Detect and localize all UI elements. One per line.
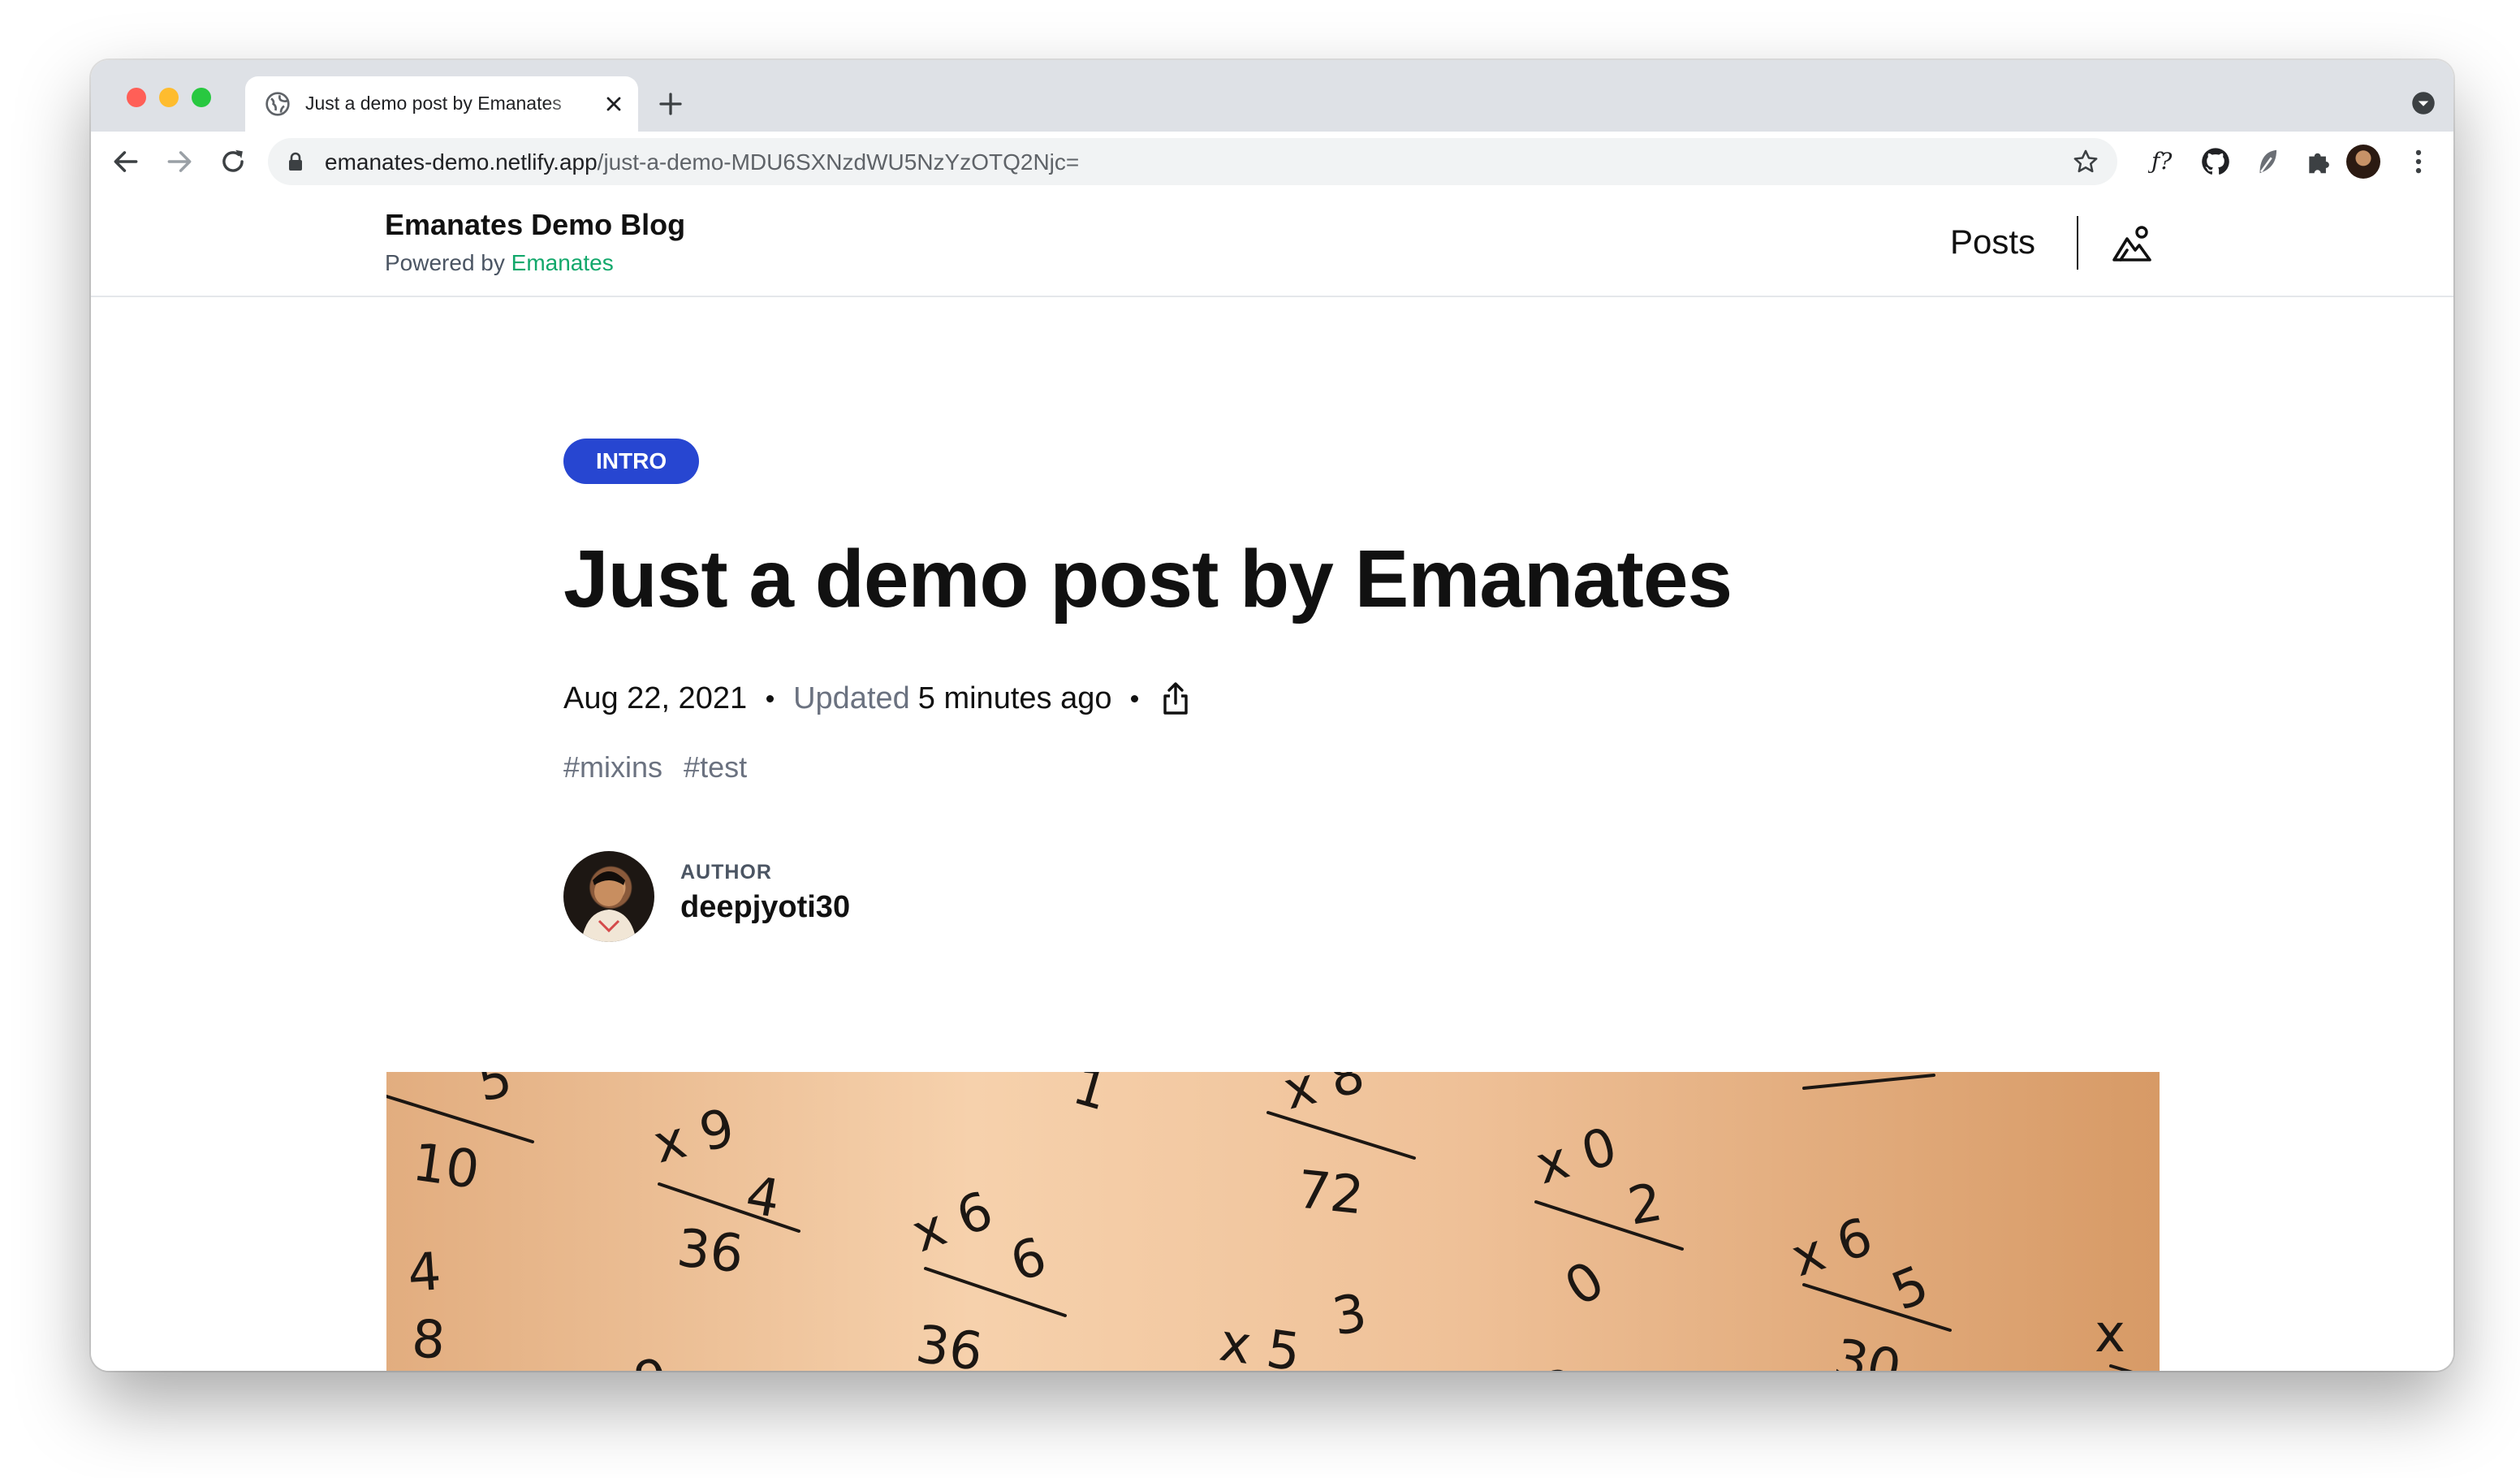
powered-by-prefix: Powered by — [385, 250, 505, 275]
hero-image: 510x 9436x 66361x 872x 020x 653048x 9x 5… — [386, 1072, 2160, 1371]
author-label: AUTHOR — [680, 861, 772, 884]
browser-window: Just a demo post by Emanates emanates-de… — [91, 60, 2453, 1371]
author-name[interactable]: deepjyoti30 — [680, 890, 850, 925]
author-avatar[interactable] — [563, 851, 654, 942]
author-photo — [581, 871, 636, 942]
site-title[interactable]: Emanates Demo Blog — [385, 208, 685, 242]
site-header: Emanates Demo Blog Powered by Emanates P… — [91, 192, 2453, 297]
reload-icon[interactable] — [218, 146, 248, 177]
tab-search-dropdown-icon[interactable] — [2411, 91, 2436, 115]
globe-icon — [265, 92, 290, 116]
mountain-sun-icon[interactable] — [2109, 221, 2155, 266]
post-title: Just a demo post by Emanates — [563, 534, 1732, 624]
bookmark-star-icon[interactable] — [2072, 148, 2099, 175]
handwritten-digit: 0 — [1555, 1250, 1615, 1318]
more-options-icon[interactable] — [2403, 146, 2434, 177]
handwritten-digit: 4 — [406, 1242, 443, 1304]
share-icon[interactable] — [1158, 681, 1193, 716]
category-tag[interactable]: INTRO — [563, 439, 700, 484]
handwritten-digit: 72 — [1294, 1160, 1366, 1226]
forward-arrow-icon[interactable] — [164, 146, 195, 177]
handwritten-digit: 1 — [1067, 1072, 1115, 1123]
updated-value: 5 minutes ago — [917, 681, 1112, 715]
handwritten-digit: 4 — [741, 1165, 784, 1230]
web-page: Emanates Demo Blog Powered by Emanates P… — [91, 192, 2453, 1371]
emanates-link[interactable]: Emanates — [511, 250, 614, 275]
function-ext-icon[interactable]: ƒ? — [2148, 146, 2179, 177]
handwritten-digit: 36 — [913, 1315, 986, 1371]
powered-by: Powered by Emanates — [385, 250, 614, 276]
tag-link[interactable]: #mixins — [563, 750, 662, 784]
handwritten-digit: x 6 — [904, 1181, 1000, 1264]
browser-tab[interactable]: Just a demo post by Emanates — [245, 76, 638, 132]
minimize-window-button[interactable] — [159, 88, 179, 107]
fraction-line — [2109, 1364, 2133, 1371]
handwritten-digit: x — [2095, 1304, 2125, 1364]
math-worksheet-illustration: 510x 9436x 66361x 872x 020x 653048x 9x 5… — [386, 1072, 2133, 1371]
nav-posts-link[interactable]: Posts — [1950, 223, 2035, 261]
handwritten-digit: x 5 — [1216, 1313, 1304, 1371]
updated-label: Updated — [793, 681, 910, 715]
url-path: /just-a-demo-MDU6SXNzdWU5NzYzOTQ2Njc= — [597, 149, 1080, 175]
handwritten-digit: 2 — [1624, 1173, 1667, 1238]
url-text: emanates-demo.netlify.app/just-a-demo-MD… — [325, 149, 1079, 175]
lock-icon[interactable] — [287, 152, 304, 171]
back-arrow-icon[interactable] — [110, 146, 141, 177]
post-meta: Aug 22, 2021 Updated 5 minutes ago — [563, 677, 1193, 720]
handwritten-digit: x 9 — [648, 1098, 740, 1176]
puzzle-icon[interactable] — [2304, 146, 2335, 177]
tag-link[interactable]: #test — [684, 750, 747, 784]
zoom-window-button[interactable] — [192, 88, 211, 107]
handwritten-digit: 3 — [1536, 1358, 1582, 1371]
leaf-ext-icon[interactable] — [2252, 146, 2283, 177]
handwritten-digit: x 8 — [1278, 1072, 1370, 1122]
handwritten-digit: 10 — [409, 1133, 483, 1202]
fraction-line — [1266, 1111, 1416, 1160]
url-host: emanates-demo.netlify.app — [325, 149, 598, 175]
fraction-line — [1802, 1074, 1935, 1090]
handwritten-digit: 8 — [410, 1309, 447, 1371]
close-window-button[interactable] — [127, 88, 146, 107]
meta-separator — [1131, 694, 1139, 702]
nav-divider — [2077, 216, 2078, 270]
handwritten-digit: x 9 — [583, 1348, 672, 1371]
post-tags: #mixins #test — [563, 750, 747, 784]
meta-separator — [766, 694, 775, 702]
github-icon[interactable] — [2200, 146, 2231, 177]
title-bar: Just a demo post by Emanates — [91, 60, 2453, 132]
handwritten-digit: 6 — [1003, 1226, 1054, 1294]
address-bar[interactable]: emanates-demo.netlify.app/just-a-demo-MD… — [268, 138, 2117, 185]
browser-toolbar: emanates-demo.netlify.app/just-a-demo-MD… — [91, 132, 2453, 193]
svg-text:ƒ?: ƒ? — [2148, 148, 2173, 175]
handwritten-digit: x 6 — [1784, 1207, 1879, 1289]
handwritten-digit: x 0 — [1530, 1117, 1624, 1196]
post-date: Aug 22, 2021 — [563, 681, 748, 715]
handwritten-digit: 3 — [1328, 1283, 1371, 1348]
close-icon[interactable] — [602, 93, 625, 115]
tab-title: Just a demo post by Emanates — [305, 93, 562, 114]
handwritten-digit: 36 — [674, 1218, 746, 1285]
handwritten-digit: 5 — [472, 1072, 517, 1114]
handwritten-digit: 30 — [1829, 1328, 1906, 1371]
profile-avatar[interactable] — [2346, 145, 2380, 179]
new-tab-plus-icon[interactable] — [656, 89, 685, 119]
